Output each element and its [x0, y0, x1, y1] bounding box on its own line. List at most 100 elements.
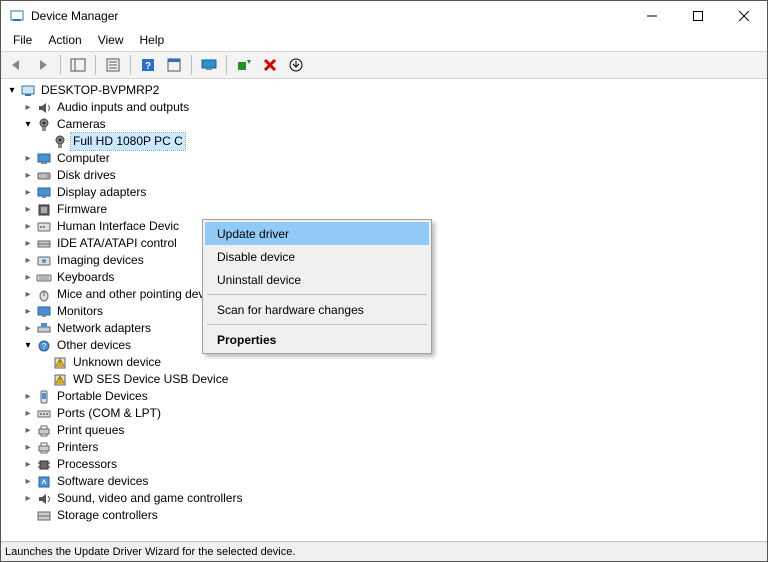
properties-button[interactable] — [101, 54, 125, 76]
expand-icon[interactable]: ▸ — [21, 320, 35, 337]
expand-icon[interactable]: ▸ — [21, 252, 35, 269]
tree-label: Computer — [55, 150, 112, 167]
toolbar-separator — [60, 55, 61, 75]
menu-action[interactable]: Action — [42, 32, 87, 48]
audio-icon — [36, 100, 52, 116]
tree-node[interactable]: ▸Portable Devices — [3, 388, 767, 405]
forward-button[interactable] — [31, 54, 55, 76]
scan-button[interactable] — [232, 54, 256, 76]
tree-node[interactable]: ▸ Print queues — [3, 422, 767, 439]
tree-label: Sound, video and game controllers — [55, 490, 244, 507]
tree-label: Cameras — [55, 116, 108, 133]
computer-icon — [36, 151, 52, 167]
statusbar: Launches the Update Driver Wizard for th… — [1, 541, 767, 561]
tree-label: Firmware — [55, 201, 109, 218]
context-update-driver[interactable]: Update driver — [205, 222, 429, 245]
hid-icon — [36, 219, 52, 235]
toolbar-separator — [226, 55, 227, 75]
tree-label: Print queues — [55, 422, 126, 439]
tree-node[interactable]: ▸Software devices — [3, 473, 767, 490]
expand-icon[interactable]: ▸ — [21, 303, 35, 320]
expand-icon[interactable]: ▸ — [21, 167, 35, 184]
expand-icon[interactable]: ▸ — [21, 150, 35, 167]
tree-node[interactable]: ▸ Computer — [3, 150, 767, 167]
tree-label: Imaging devices — [55, 252, 146, 269]
update-button[interactable] — [284, 54, 308, 76]
keyboard-icon — [36, 270, 52, 286]
collapse-icon[interactable]: ▾ — [21, 116, 35, 133]
camera-icon — [36, 117, 52, 133]
expand-icon[interactable]: ▸ — [21, 184, 35, 201]
context-menu: Update driver Disable device Uninstall d… — [202, 219, 432, 354]
expand-icon[interactable]: ▸ — [21, 286, 35, 303]
expand-icon[interactable]: ▸ — [21, 235, 35, 252]
warn-icon: ! — [52, 372, 68, 388]
menu-help[interactable]: Help — [134, 32, 171, 48]
printq-icon — [36, 423, 52, 439]
tree-node[interactable]: ▸ Sound, video and game controllers — [3, 490, 767, 507]
tree-label: Unknown device — [71, 354, 163, 371]
computer-root-icon — [20, 83, 36, 99]
tree-root[interactable]: ▾ DESKTOP-BVPMRP2 — [3, 82, 767, 99]
expand-icon[interactable]: ▸ — [21, 439, 35, 456]
tree-node[interactable]: !WD SES Device USB Device — [3, 371, 767, 388]
collapse-icon[interactable]: ▾ — [21, 337, 35, 354]
svg-text:?: ? — [145, 61, 151, 72]
minimize-button[interactable] — [629, 1, 675, 31]
network-icon — [36, 321, 52, 337]
expand-icon[interactable]: ▸ — [21, 201, 35, 218]
tree-node[interactable]: ▸Disk drives — [3, 167, 767, 184]
expand-icon[interactable]: ▸ — [21, 473, 35, 490]
context-scan-hardware[interactable]: Scan for hardware changes — [205, 298, 429, 321]
toolbar-separator — [130, 55, 131, 75]
expand-icon[interactable]: ▸ — [21, 218, 35, 235]
context-separator — [207, 324, 427, 325]
firmware-icon — [36, 202, 52, 218]
expand-icon[interactable]: ▸ — [21, 405, 35, 422]
expand-icon[interactable]: ▸ — [21, 388, 35, 405]
context-properties[interactable]: Properties — [205, 328, 429, 351]
tree-node[interactable]: ▸Ports (COM & LPT) — [3, 405, 767, 422]
back-button[interactable] — [5, 54, 29, 76]
app-icon — [9, 8, 25, 24]
tree-node[interactable]: Full HD 1080P PC C — [3, 133, 767, 150]
camera-icon — [52, 134, 68, 150]
maximize-button[interactable] — [675, 1, 721, 31]
portable-icon — [36, 389, 52, 405]
ide-icon — [36, 236, 52, 252]
show-hide-tree-button[interactable] — [66, 54, 90, 76]
tree-node[interactable]: ▸Printers — [3, 439, 767, 456]
storage-icon — [36, 508, 52, 524]
tree-node[interactable]: ▸Processors — [3, 456, 767, 473]
menu-file[interactable]: File — [7, 32, 38, 48]
tree-node[interactable]: ▸Audio inputs and outputs — [3, 99, 767, 116]
content-area: ▾DESKTOP-BVPMRP2▸Audio inputs and output… — [1, 79, 767, 541]
tree-label: Other devices — [55, 337, 133, 354]
tree-label: DESKTOP-BVPMRP2 — [39, 82, 161, 99]
action-button[interactable] — [162, 54, 186, 76]
menu-view[interactable]: View — [92, 32, 130, 48]
close-button[interactable] — [721, 1, 767, 31]
context-disable-device[interactable]: Disable device — [205, 245, 429, 268]
uninstall-button[interactable] — [258, 54, 282, 76]
expand-icon[interactable]: ▸ — [21, 422, 35, 439]
collapse-icon[interactable]: ▾ — [5, 82, 19, 99]
monitor-button[interactable] — [197, 54, 221, 76]
tree-node[interactable]: ▸ Firmware — [3, 201, 767, 218]
status-text: Launches the Update Driver Wizard for th… — [5, 546, 295, 558]
window-controls — [629, 1, 767, 31]
tree-node[interactable]: !Unknown device — [3, 354, 767, 371]
expand-icon[interactable]: ▸ — [21, 490, 35, 507]
tree-node[interactable]: ▾ Cameras — [3, 116, 767, 133]
expand-icon[interactable]: ▸ — [21, 269, 35, 286]
printer-icon — [36, 440, 52, 456]
expand-icon[interactable]: ▸ — [21, 456, 35, 473]
monitor-icon — [36, 304, 52, 320]
tree-label: Human Interface Devic — [55, 218, 181, 235]
help-button[interactable]: ? — [136, 54, 160, 76]
expand-icon[interactable]: ▸ — [21, 99, 35, 116]
tree-node[interactable]: Storage controllers — [3, 507, 767, 524]
tree-label: Monitors — [55, 303, 105, 320]
tree-node[interactable]: ▸Display adapters — [3, 184, 767, 201]
context-uninstall-device[interactable]: Uninstall device — [205, 268, 429, 291]
